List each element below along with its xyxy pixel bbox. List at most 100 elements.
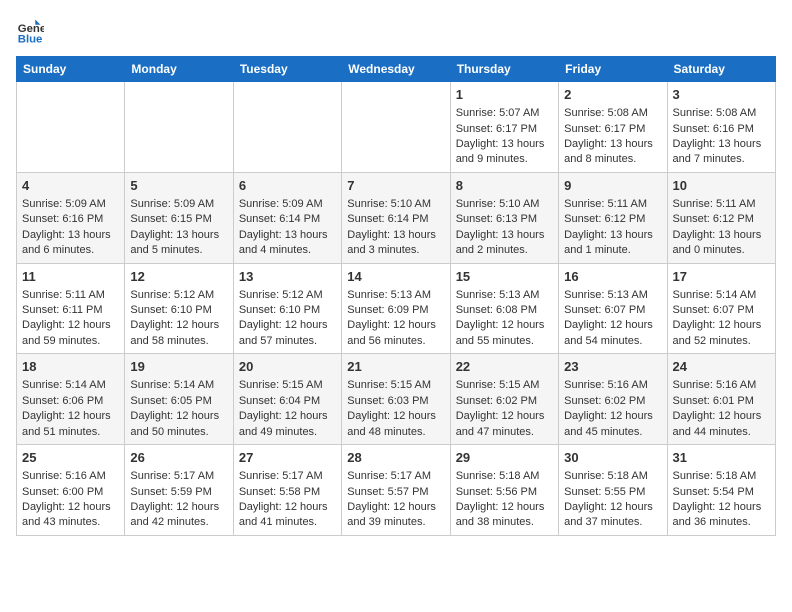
calendar-cell: 30Sunrise: 5:18 AMSunset: 5:55 PMDayligh… [559,445,667,536]
cell-info: Sunset: 6:12 PM [673,212,770,227]
cell-info: Sunrise: 5:15 AM [239,378,336,393]
day-number: 16 [564,268,661,286]
calendar-cell: 12Sunrise: 5:12 AMSunset: 6:10 PMDayligh… [125,263,233,354]
cell-info: Sunset: 6:09 PM [347,303,444,318]
calendar-cell: 4Sunrise: 5:09 AMSunset: 6:16 PMDaylight… [17,172,125,263]
cell-info: Sunrise: 5:16 AM [673,378,770,393]
cell-info: Sunset: 5:57 PM [347,485,444,500]
day-number: 11 [22,268,119,286]
week-row-0: 1Sunrise: 5:07 AMSunset: 6:17 PMDaylight… [17,82,776,173]
calendar-cell: 8Sunrise: 5:10 AMSunset: 6:13 PMDaylight… [450,172,558,263]
cell-info: Daylight: 12 hours [564,409,661,424]
cell-info: Sunrise: 5:10 AM [347,197,444,212]
day-number: 22 [456,358,553,376]
cell-info: Daylight: 12 hours [22,500,119,515]
cell-info: and 2 minutes. [456,243,553,258]
cell-info: Daylight: 13 hours [239,228,336,243]
cell-info: Sunset: 6:16 PM [22,212,119,227]
cell-info: and 9 minutes. [456,152,553,167]
cell-info: and 47 minutes. [456,425,553,440]
day-number: 21 [347,358,444,376]
cell-info: and 48 minutes. [347,425,444,440]
cell-info: Sunset: 6:13 PM [456,212,553,227]
cell-info: Sunrise: 5:15 AM [347,378,444,393]
day-number: 6 [239,177,336,195]
cell-info: Daylight: 12 hours [239,500,336,515]
col-saturday: Saturday [667,57,775,82]
day-number: 4 [22,177,119,195]
col-monday: Monday [125,57,233,82]
cell-info: Sunrise: 5:13 AM [347,288,444,303]
cell-info: Sunrise: 5:15 AM [456,378,553,393]
calendar-cell: 1Sunrise: 5:07 AMSunset: 6:17 PMDaylight… [450,82,558,173]
calendar-cell: 25Sunrise: 5:16 AMSunset: 6:00 PMDayligh… [17,445,125,536]
cell-info: Sunset: 6:01 PM [673,394,770,409]
cell-info: Sunrise: 5:18 AM [564,469,661,484]
calendar-cell: 21Sunrise: 5:15 AMSunset: 6:03 PMDayligh… [342,354,450,445]
week-row-2: 11Sunrise: 5:11 AMSunset: 6:11 PMDayligh… [17,263,776,354]
cell-info: Daylight: 12 hours [673,500,770,515]
cell-info: Daylight: 12 hours [239,318,336,333]
cell-info: Sunrise: 5:13 AM [456,288,553,303]
cell-info: and 8 minutes. [564,152,661,167]
col-thursday: Thursday [450,57,558,82]
cell-info: Sunset: 6:08 PM [456,303,553,318]
cell-info: Sunset: 5:55 PM [564,485,661,500]
cell-info: Sunset: 6:10 PM [130,303,227,318]
day-number: 31 [673,449,770,467]
day-number: 10 [673,177,770,195]
cell-info: Sunrise: 5:17 AM [239,469,336,484]
calendar-cell: 3Sunrise: 5:08 AMSunset: 6:16 PMDaylight… [667,82,775,173]
cell-info: Sunrise: 5:11 AM [673,197,770,212]
cell-info: Sunset: 6:10 PM [239,303,336,318]
week-row-1: 4Sunrise: 5:09 AMSunset: 6:16 PMDaylight… [17,172,776,263]
cell-info: Sunrise: 5:17 AM [130,469,227,484]
cell-info: Sunrise: 5:18 AM [456,469,553,484]
page-header: General Blue [16,16,776,44]
col-tuesday: Tuesday [233,57,341,82]
cell-info: and 42 minutes. [130,515,227,530]
cell-info: Daylight: 13 hours [673,228,770,243]
cell-info: and 37 minutes. [564,515,661,530]
cell-info: and 5 minutes. [130,243,227,258]
calendar-cell: 26Sunrise: 5:17 AMSunset: 5:59 PMDayligh… [125,445,233,536]
calendar-cell: 10 Sunrise: 5:11 AMSunset: 6:12 PMDayligh… [667,172,775,263]
calendar-cell: 29Sunrise: 5:18 AMSunset: 5:56 PMDayligh… [450,445,558,536]
cell-info: Daylight: 13 hours [564,137,661,152]
calendar-cell: 28Sunrise: 5:17 AMSunset: 5:57 PMDayligh… [342,445,450,536]
cell-info: Sunset: 6:17 PM [564,122,661,137]
calendar-cell: 6Sunrise: 5:09 AMSunset: 6:14 PMDaylight… [233,172,341,263]
cell-info: Daylight: 12 hours [347,318,444,333]
cell-info: and 52 minutes. [673,334,770,349]
cell-info: Sunset: 6:06 PM [22,394,119,409]
cell-info: Sunset: 6:12 PM [564,212,661,227]
cell-info: Sunrise: 5:08 AM [564,106,661,121]
day-number: 26 [130,449,227,467]
cell-info: Sunrise: 5:16 AM [22,469,119,484]
calendar-cell: 9Sunrise: 5:11 AMSunset: 6:12 PMDaylight… [559,172,667,263]
calendar-cell: 31Sunrise: 5:18 AMSunset: 5:54 PMDayligh… [667,445,775,536]
cell-info: Sunrise: 5:14 AM [130,378,227,393]
cell-info: Daylight: 13 hours [564,228,661,243]
cell-info: Sunset: 6:07 PM [673,303,770,318]
cell-info: and 54 minutes. [564,334,661,349]
cell-info: and 43 minutes. [22,515,119,530]
calendar-cell: 20Sunrise: 5:15 AMSunset: 6:04 PMDayligh… [233,354,341,445]
cell-info: and 41 minutes. [239,515,336,530]
calendar-cell [17,82,125,173]
cell-info: and 51 minutes. [22,425,119,440]
cell-info: Sunrise: 5:08 AM [673,106,770,121]
cell-info: and 39 minutes. [347,515,444,530]
cell-info: and 0 minutes. [673,243,770,258]
day-number: 3 [673,86,770,104]
day-number: 9 [564,177,661,195]
cell-info: and 4 minutes. [239,243,336,258]
cell-info: and 44 minutes. [673,425,770,440]
calendar-header: Sunday Monday Tuesday Wednesday Thursday… [17,57,776,82]
calendar-cell: 5Sunrise: 5:09 AMSunset: 6:15 PMDaylight… [125,172,233,263]
cell-info: Sunset: 6:00 PM [22,485,119,500]
cell-info: and 59 minutes. [22,334,119,349]
calendar-cell: 15Sunrise: 5:13 AMSunset: 6:08 PMDayligh… [450,263,558,354]
cell-info: Daylight: 12 hours [130,500,227,515]
cell-info: Sunrise: 5:14 AM [22,378,119,393]
